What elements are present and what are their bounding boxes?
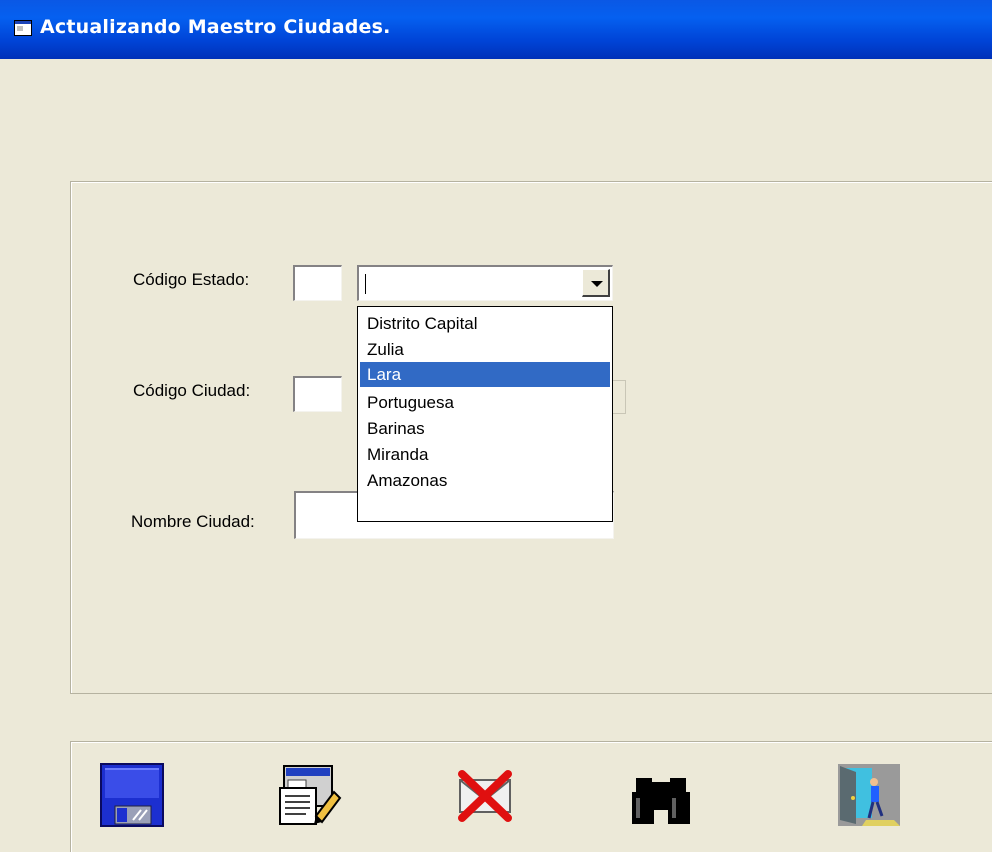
codigo-estado-label: Código Estado: (133, 270, 250, 289)
dropdown-item[interactable]: Portuguesa (360, 390, 610, 415)
delete-envelope-icon[interactable] (452, 762, 518, 828)
exit-door-icon[interactable] (836, 762, 902, 828)
dropdown-item[interactable]: Amazonas (360, 468, 610, 493)
combo-dropdown-button[interactable] (582, 269, 610, 297)
dropdown-item[interactable]: Miranda (360, 442, 610, 467)
dropdown-item[interactable]: Zulia (360, 337, 610, 362)
window-icon[interactable] (14, 20, 32, 36)
text-caret (365, 274, 366, 294)
floppy-disk-icon[interactable] (99, 762, 165, 828)
estado-dropdown-list[interactable]: Distrito Capital Zulia Lara Portuguesa B… (357, 306, 613, 522)
dropdown-item[interactable]: Barinas (360, 416, 610, 441)
title-bar: Actualizando Maestro Ciudades. (0, 0, 992, 59)
nombre-ciudad-label: Nombre Ciudad: (131, 512, 255, 531)
window-title: Actualizando Maestro Ciudades. (40, 16, 391, 38)
edit-document-icon[interactable] (276, 762, 342, 828)
codigo-ciudad-label: Código Ciudad: (133, 381, 251, 400)
chevron-down-icon (591, 281, 603, 287)
dropdown-item[interactable]: Distrito Capital (360, 311, 610, 336)
codigo-ciudad-input[interactable] (293, 376, 342, 412)
dropdown-item-selected[interactable]: Lara (360, 362, 610, 387)
estado-combo[interactable] (357, 265, 613, 301)
codigo-estado-input[interactable] (293, 265, 342, 301)
binoculars-icon[interactable] (628, 762, 694, 828)
